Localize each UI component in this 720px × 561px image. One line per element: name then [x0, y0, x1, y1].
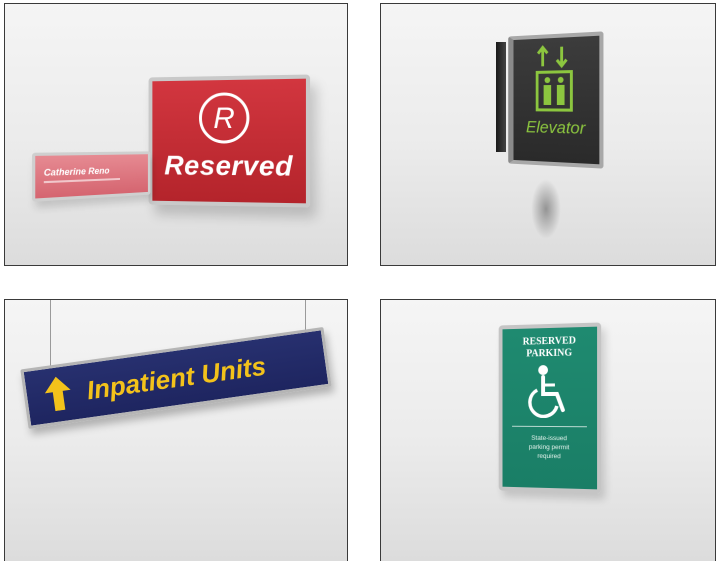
reserved-sign: R Reserved: [148, 74, 311, 208]
divider: [512, 425, 587, 428]
inpatient-sign-photo: Inpatient Units: [4, 299, 348, 561]
reserved-sign-text: Reserved: [164, 149, 294, 182]
arrow-up-icon: [44, 376, 71, 412]
elevator-sign-text: Elevator: [525, 117, 586, 138]
svg-text:R: R: [213, 101, 234, 135]
sign-shadow: [531, 179, 561, 239]
inpatient-sign-text: Inpatient Units: [84, 350, 268, 406]
wall-bracket: [496, 42, 506, 152]
registered-r-icon: R: [197, 90, 252, 146]
parking-title-line2: PARKING: [526, 347, 573, 360]
elevator-sign: Elevator: [508, 31, 604, 169]
elevator-sign-photo: Elevator: [380, 3, 716, 266]
wheelchair-icon: [527, 365, 568, 418]
name-plate-text: Catherine Reno: [43, 165, 110, 178]
parking-sign-photo: RESERVED PARKING State-issued parking pe…: [380, 299, 716, 561]
parking-sign-title: RESERVED PARKING: [503, 335, 598, 361]
parking-sign-body: State-issued parking permit required: [503, 434, 598, 462]
parking-sign: RESERVED PARKING State-issued parking pe…: [498, 322, 602, 494]
parking-body-line3: required: [537, 452, 561, 461]
name-plate: Catherine Reno: [32, 151, 151, 202]
elevator-icon: [535, 43, 573, 114]
name-plate-subline: [43, 177, 120, 184]
reserved-sign-photo: R Reserved Catherine Reno: [4, 3, 348, 266]
inpatient-sign: Inpatient Units: [20, 326, 332, 430]
